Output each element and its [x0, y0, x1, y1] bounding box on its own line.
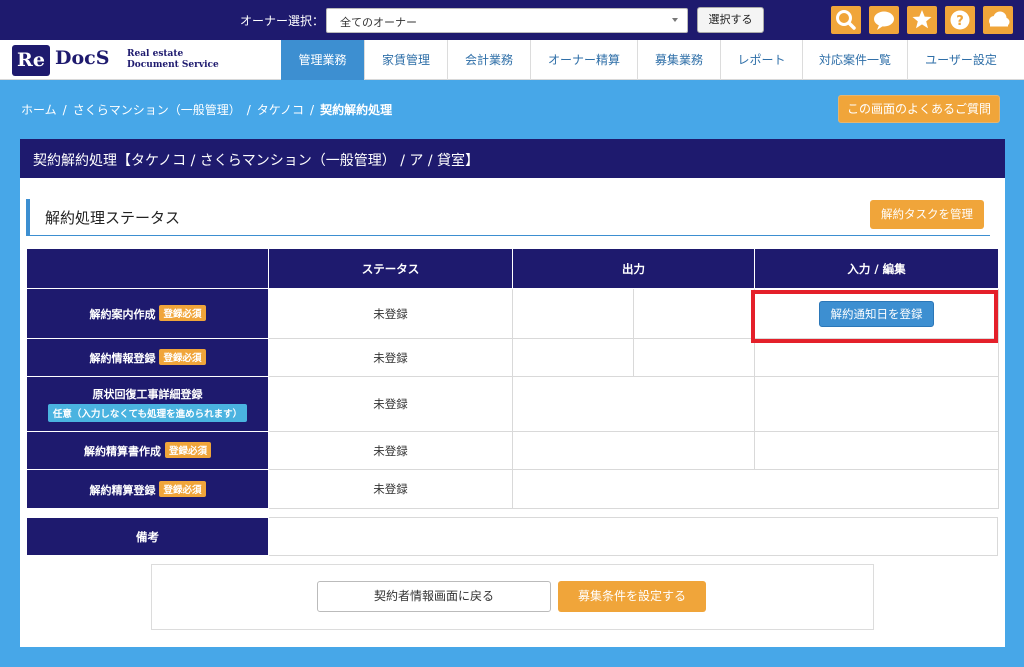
owner-select-value: 全てのオーナー [340, 16, 417, 29]
logo-subtitle: Real estate Document Service [127, 49, 219, 70]
row-status: 未登録 [268, 376, 513, 432]
tab-accounting[interactable]: 会計業務 [447, 40, 530, 80]
top-bar: オーナー選択： 全てのオーナー 選択する ? [0, 0, 1024, 40]
memo-row: 備考 [26, 517, 998, 556]
required-badge: 登録必須 [159, 349, 206, 365]
row-label: 解約精算登録 登録必須 [26, 469, 269, 509]
required-badge: 登録必須 [159, 480, 206, 497]
tab-recruitment[interactable]: 募集業務 [637, 40, 720, 80]
breadcrumb-separator: / [246, 103, 251, 117]
row-label: 原状回復工事詳細登録 任意（入力しなくても処理を進められます） [26, 376, 269, 432]
table-row: 解約精算登録 登録必須 未登録 [26, 469, 999, 509]
input-cell [754, 338, 999, 377]
tab-owner-settlement[interactable]: オーナー精算 [530, 40, 637, 80]
faq-button[interactable]: この画面のよくあるご質問 [838, 95, 1000, 123]
table-row: 原状回復工事詳細登録 任意（入力しなくても処理を進められます） 未登録 [26, 376, 999, 432]
input-cell [754, 431, 999, 470]
breadcrumb-current: 契約解約処理 [320, 103, 393, 117]
set-conditions-button[interactable]: 募集条件を設定する [558, 581, 706, 612]
help-icon[interactable]: ? [945, 6, 975, 34]
row-label: 解約情報登録 登録必須 [26, 338, 269, 377]
table-header [26, 248, 269, 289]
table-row: 解約案内作成 登録必須 未登録 解約通知日を登録 [26, 288, 999, 339]
input-cell: 解約通知日を登録 [754, 288, 999, 339]
tab-user-settings[interactable]: ユーザー設定 [907, 40, 1014, 80]
table-row: 解約精算書作成 登録必須 未登録 [26, 431, 999, 470]
cloud-icon[interactable] [983, 6, 1013, 34]
table-header: 出力 [512, 248, 755, 289]
row-label: 解約精算書作成 登録必須 [26, 431, 269, 470]
row-status: 未登録 [268, 431, 513, 470]
tab-report[interactable]: レポート [720, 40, 802, 80]
table-header: 入力 / 編集 [754, 248, 999, 289]
memo-label: 備考 [26, 517, 269, 556]
input-cell [754, 376, 999, 432]
output-cell [512, 376, 755, 432]
output-cell [512, 338, 634, 377]
required-badge: 登録必須 [164, 442, 211, 458]
output-cell [633, 338, 755, 377]
row-status: 未登録 [268, 469, 513, 509]
breadcrumb: ホーム / さくらマンション（一般管理） / タケノコ / 契約解約処理 [21, 101, 392, 118]
table-row: 解約情報登録 登録必須 未登録 [26, 338, 999, 377]
star-icon[interactable] [907, 6, 937, 34]
status-table: ステータス 出力 入力 / 編集 解約案内作成 登録必須 未登録 解約通知日を登録… [26, 248, 999, 509]
output-cell [633, 288, 755, 339]
chevron-down-icon [672, 18, 678, 22]
breadcrumb-separator: / [310, 103, 315, 117]
table-header: ステータス [268, 248, 513, 289]
tab-management[interactable]: 管理業務 [281, 40, 364, 80]
breadcrumb-home[interactable]: ホーム [21, 103, 57, 117]
section-title: 解約処理ステータス [26, 199, 990, 236]
back-to-contractor-button[interactable]: 契約者情報画面に戻る [317, 581, 551, 612]
logo-re: Re [12, 45, 50, 76]
output-cell [512, 469, 999, 509]
row-status: 未登録 [268, 338, 513, 377]
svg-text:?: ? [956, 14, 964, 29]
main-panel: 解約処理ステータス 解約タスクを管理 ステータス 出力 入力 / 編集 解約案内… [20, 178, 1005, 647]
breadcrumb-separator: / [62, 103, 67, 117]
tab-cases[interactable]: 対応案件一覧 [802, 40, 907, 80]
breadcrumb-owner[interactable]: タケノコ [257, 103, 304, 117]
tab-rent[interactable]: 家賃管理 [364, 40, 447, 80]
chat-icon[interactable] [869, 6, 899, 34]
register-notice-date-button[interactable]: 解約通知日を登録 [819, 300, 934, 327]
owner-select-label: オーナー選択： [240, 14, 325, 28]
footer-actions: 契約者情報画面に戻る 募集条件を設定する [151, 564, 874, 630]
memo-value[interactable] [268, 517, 998, 556]
search-icon[interactable] [831, 6, 861, 34]
owner-select[interactable]: 全てのオーナー [326, 8, 688, 33]
memo-table: 備考 [26, 517, 998, 556]
page-title: 契約解約処理【タケノコ / さくらマンション（一般管理） / ア / 貸室】 [20, 139, 1005, 178]
main-nav: Re DocS Real estate Document Service 管理業… [0, 40, 1024, 80]
output-cell [512, 288, 634, 339]
owner-select-button[interactable]: 選択する [697, 7, 764, 33]
table-header-row: ステータス 出力 入力 / 編集 [26, 248, 999, 289]
output-cell [512, 431, 755, 470]
logo-docs: DocS [55, 47, 110, 69]
manage-task-button[interactable]: 解約タスクを管理 [870, 200, 984, 229]
optional-badge: 任意（入力しなくても処理を進められます） [47, 404, 248, 422]
row-status: 未登録 [268, 288, 513, 339]
row-label: 解約案内作成 登録必須 [26, 288, 269, 339]
breadcrumb-property[interactable]: さくらマンション（一般管理） [73, 103, 241, 117]
redocs-logo[interactable]: Re DocS Real estate Document Service [12, 44, 262, 76]
required-badge: 登録必須 [159, 305, 206, 321]
